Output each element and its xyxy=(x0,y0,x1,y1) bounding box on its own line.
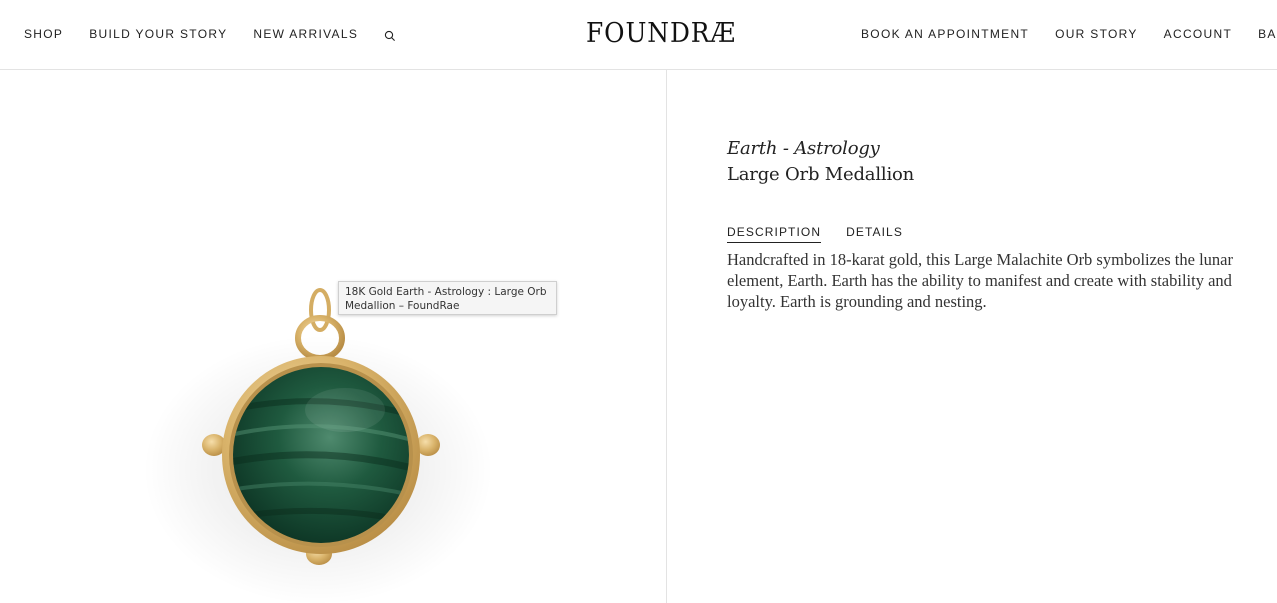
nav-bag[interactable]: BAG xyxy=(1258,27,1277,41)
nav-shop[interactable]: SHOP xyxy=(24,27,63,41)
nav-build-your-story[interactable]: BUILD YOUR STORY xyxy=(89,27,227,41)
site-header: SHOP BUILD YOUR STORY NEW ARRIVALS FOUND… xyxy=(0,0,1277,70)
product-title: Large Orb Medallion xyxy=(727,164,915,185)
brand-logo[interactable]: FOUNDRÆ xyxy=(582,18,740,50)
nav-new-arrivals[interactable]: NEW ARRIVALS xyxy=(253,27,358,41)
nav-account[interactable]: ACCOUNT xyxy=(1164,27,1232,41)
product-tabs: DESCRIPTION DETAILS xyxy=(727,225,928,243)
product-image[interactable] xyxy=(0,70,666,603)
nav-book-appointment[interactable]: BOOK AN APPOINTMENT xyxy=(861,27,1029,41)
tab-details[interactable]: DETAILS xyxy=(846,225,903,243)
product-description: Handcrafted in 18-karat gold, this Large… xyxy=(727,250,1233,311)
primary-nav-right: BOOK AN APPOINTMENT OUR STORY ACCOUNT BA… xyxy=(861,27,1277,41)
tab-description[interactable]: DESCRIPTION xyxy=(727,225,822,243)
search-icon[interactable] xyxy=(384,29,396,41)
primary-nav-left: SHOP BUILD YOUR STORY NEW ARRIVALS xyxy=(24,27,396,41)
nav-our-story[interactable]: OUR STORY xyxy=(1055,27,1138,41)
product-image-area[interactable]: 18K Gold Earth - Astrology : Large Orb M… xyxy=(0,70,666,603)
product-collection: Earth - Astrology xyxy=(727,138,880,159)
image-tooltip: 18K Gold Earth - Astrology : Large Orb M… xyxy=(338,281,557,315)
column-divider xyxy=(666,70,667,603)
product-info: Earth - Astrology Large Orb Medallion DE… xyxy=(727,136,1267,311)
